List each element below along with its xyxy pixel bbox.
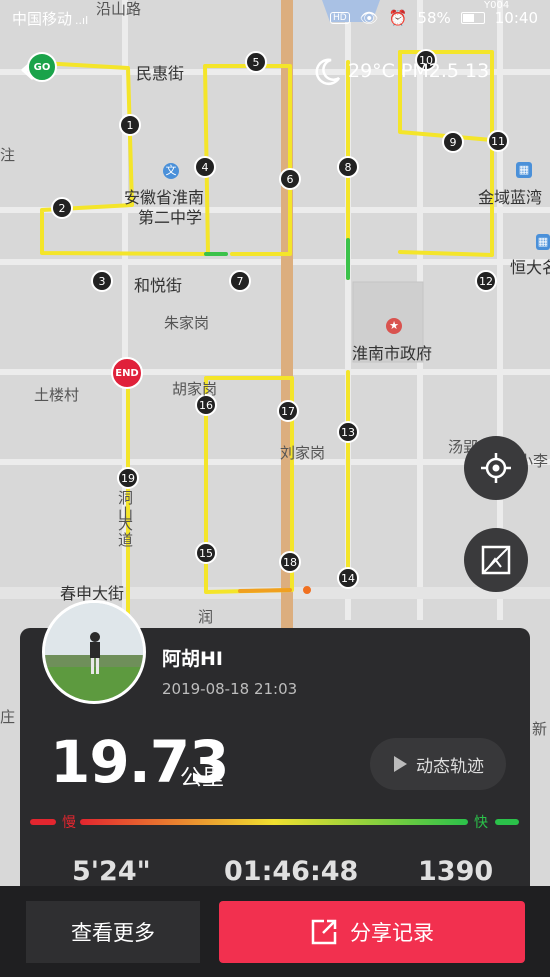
share-record-button[interactable]: 分享记录	[219, 901, 525, 963]
map-label-xin: 新	[532, 720, 548, 738]
km-marker-label: 16	[199, 399, 213, 412]
temperature: 29°C	[348, 60, 395, 82]
km-marker-label: 9	[450, 136, 457, 149]
status-extra: Y004	[484, 0, 510, 11]
map-label-minhui: 民惠街	[136, 64, 185, 83]
status-bar: 中国移动 ..ıl HD 👁 ⏰ 58% 10:40	[0, 0, 550, 36]
km-marker-label: 14	[341, 572, 355, 585]
battery-percent: 58%	[417, 9, 451, 27]
map-label-liujiagang: 刘家岗	[280, 444, 326, 462]
km-marker-label: 8	[345, 161, 352, 174]
school-poi-icon: 文	[163, 163, 179, 179]
map-layer-button[interactable]	[464, 528, 528, 592]
eye-icon: 👁	[359, 9, 379, 27]
map-label-zhujiagang: 朱家岗	[164, 314, 210, 332]
share-label: 分享记录	[350, 921, 434, 945]
km-marker-label: 12	[479, 275, 493, 288]
km-marker-label: 3	[99, 275, 106, 288]
map-label-run: 润	[198, 608, 214, 626]
fast-label: 快	[474, 815, 488, 831]
battery-icon	[460, 12, 485, 24]
status-time: 10:40	[494, 9, 538, 27]
map-label-jinyu: 金域蓝湾	[478, 188, 543, 207]
km-marker-label: 11	[491, 135, 505, 148]
view-more-button[interactable]: 查看更多	[26, 901, 200, 963]
km-marker-label: 7	[237, 275, 244, 288]
avatar-photo	[45, 603, 143, 701]
km-marker-label: 6	[287, 173, 294, 186]
play-icon	[394, 756, 407, 772]
share-icon	[311, 919, 337, 945]
end-marker: END	[111, 357, 143, 389]
run-datetime: 2019-08-18 21:03	[162, 680, 298, 698]
km-marker-label: 17	[281, 405, 295, 418]
weather-info: 29°C PM2.5 13	[312, 56, 489, 86]
pm25: PM2.5 13	[400, 60, 490, 82]
user-name: 阿胡HI	[162, 648, 223, 670]
map-label-zhu: 注	[0, 146, 16, 164]
target-icon	[481, 453, 511, 483]
locate-button[interactable]	[464, 436, 528, 500]
map-label-toulou: 土楼村	[34, 386, 80, 404]
replay-label: 动态轨迹	[416, 756, 484, 777]
pace-scale-fast	[495, 819, 519, 825]
km-marker-label: 5	[253, 56, 260, 69]
moon-icon	[315, 58, 341, 85]
map-label-hujiagang: 胡家岗	[172, 380, 218, 398]
image-icon	[481, 545, 511, 575]
building-poi-icon: ▦	[516, 162, 532, 178]
km-marker-label: 19	[121, 472, 135, 485]
km-marker-label: 13	[341, 426, 355, 439]
replay-track-button[interactable]: 动态轨迹	[370, 738, 506, 790]
map-label-dadao: 大道	[118, 515, 134, 549]
slow-label: 慢	[62, 815, 76, 831]
building-poi-icon-2: ▦	[536, 234, 550, 250]
avg-pace: 5'24"	[72, 856, 151, 887]
map-label-govt: 淮南市政府	[352, 344, 433, 363]
calories: 1390	[418, 856, 494, 887]
km-marker-label: 1	[127, 119, 134, 132]
alarm-icon: ⏰	[388, 9, 408, 27]
map-label-heyue: 和悦街	[134, 276, 183, 295]
avatar[interactable]	[42, 600, 146, 704]
pace-gradient-bar	[80, 819, 468, 825]
hd-icon: HD	[329, 12, 350, 24]
carrier: 中国移动 ..ıl	[12, 9, 89, 28]
km-marker-label: 15	[199, 547, 213, 560]
pace-scale-slow	[30, 819, 56, 825]
km-marker-label: 4	[202, 161, 209, 174]
km-marker-label: 2	[59, 202, 66, 215]
map-label-zhuang: 庄	[0, 708, 16, 726]
govt-poi-icon: ★	[386, 318, 402, 334]
start-marker: GO	[27, 52, 57, 82]
distance-unit: 公里	[180, 766, 225, 791]
map-label-school2: 第二中学	[138, 208, 203, 227]
status-right: HD 👁 ⏰ 58% 10:40	[329, 9, 538, 27]
km-marker-label: 18	[283, 556, 297, 569]
map-label-hengda: 恒大名	[510, 258, 550, 277]
duration: 01:46:48	[224, 856, 359, 887]
